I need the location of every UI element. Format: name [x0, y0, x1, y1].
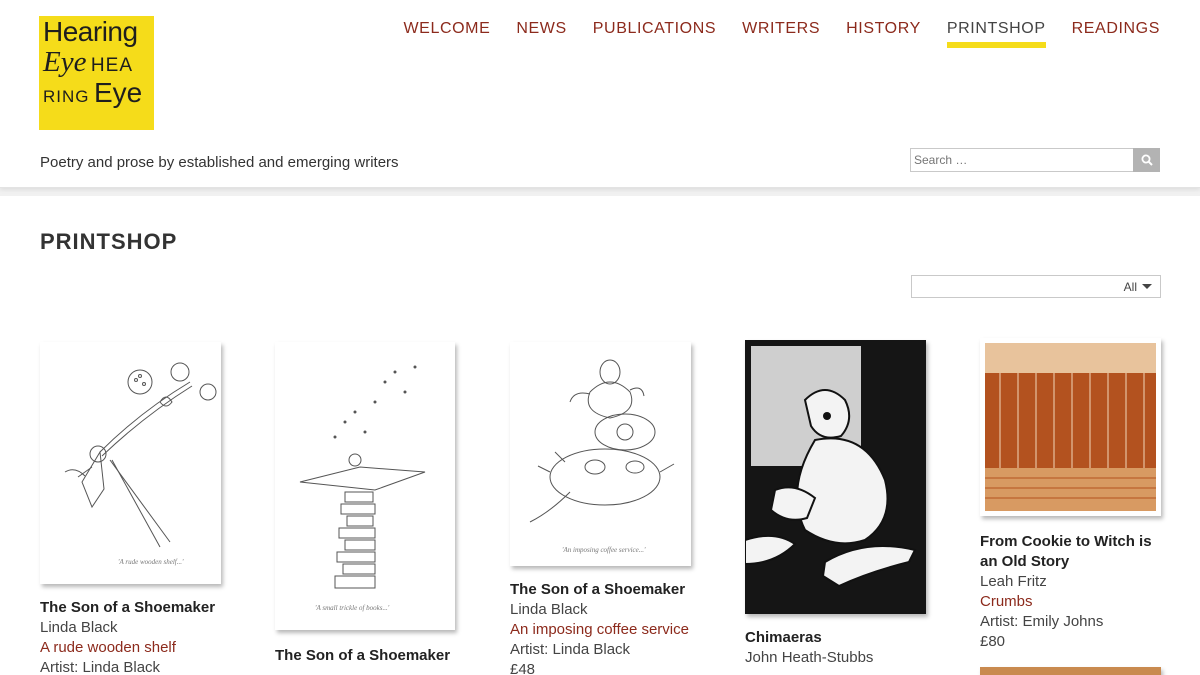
- nav-publications[interactable]: PUBLICATIONS: [593, 20, 716, 46]
- nav-readings[interactable]: READINGS: [1072, 20, 1160, 46]
- print-image-coffee-service: 'An imposing coffee service...': [510, 342, 691, 566]
- product-work-link[interactable]: Crumbs: [980, 592, 1166, 612]
- product-meta: The Son of a Shoemaker: [275, 646, 461, 666]
- product-meta: From Cookie to Witch is an Old Story Lea…: [980, 532, 1166, 652]
- product-title[interactable]: The Son of a Shoemaker: [510, 580, 696, 600]
- nav-news[interactable]: NEWS: [516, 20, 566, 46]
- print-image-chimaeras: [745, 340, 926, 614]
- logo-line-3: RING Eye: [43, 79, 150, 107]
- caret-down-icon: [1142, 284, 1152, 289]
- nav-printshop[interactable]: PRINTSHOP: [946, 20, 1046, 48]
- product-image[interactable]: 'A small trickle of books...': [275, 342, 455, 630]
- nav-welcome[interactable]: WELCOME: [403, 20, 490, 46]
- logo-eye: Eye: [93, 77, 143, 108]
- nav-writers[interactable]: WRITERS: [742, 20, 820, 46]
- category-filter-select[interactable]: All: [911, 275, 1161, 298]
- product-price: £48: [510, 661, 536, 675]
- product-work-link[interactable]: A rude wooden shelf: [40, 638, 226, 658]
- product-image[interactable]: [980, 338, 1161, 516]
- svg-text:'A small trickle of books...': 'A small trickle of books...': [315, 604, 390, 612]
- product-author: Linda Black: [510, 601, 588, 618]
- filter-selected-value: All: [1123, 279, 1137, 294]
- product-title[interactable]: The Son of a Shoemaker: [40, 598, 226, 618]
- product-artist: Artist: Emily Johns: [980, 613, 1104, 630]
- print-image-stack: 'A small trickle of books...': [275, 342, 455, 630]
- site-header: Hearing Eye HEA RING Eye WELCOME NEWS PU…: [0, 0, 1200, 188]
- site-logo[interactable]: Hearing Eye HEA RING Eye: [39, 16, 154, 130]
- svg-text:'An imposing coffee service...: 'An imposing coffee service...': [562, 546, 646, 554]
- product-author: Linda Black: [40, 619, 118, 636]
- product-author: John Heath-Stubbs: [745, 649, 874, 666]
- logo-hea: HEA: [90, 55, 133, 76]
- logo-line-1: Hearing: [43, 16, 138, 47]
- search-input[interactable]: [910, 148, 1133, 172]
- product-work-link[interactable]: An imposing coffee service: [510, 620, 696, 640]
- product-image[interactable]: 'A rude wooden shelf...': [40, 342, 221, 584]
- next-product-image[interactable]: [980, 667, 1161, 675]
- product-meta: Chimaeras John Heath-Stubbs: [745, 628, 931, 668]
- product-author: Leah Fritz: [980, 573, 1047, 590]
- logo-ring: RING: [43, 87, 90, 106]
- search-button[interactable]: [1133, 148, 1160, 172]
- product-title[interactable]: The Son of a Shoemaker: [275, 646, 461, 666]
- svg-text:'A rude wooden shelf...': 'A rude wooden shelf...': [118, 558, 184, 566]
- site-tagline: Poetry and prose by established and emer…: [40, 154, 399, 171]
- print-image-shelf: 'A rude wooden shelf...': [40, 342, 221, 584]
- product-meta: The Son of a Shoemaker Linda Black A rud…: [40, 598, 226, 675]
- product-image[interactable]: 'An imposing coffee service...': [510, 342, 691, 566]
- product-meta: The Son of a Shoemaker Linda Black An im…: [510, 580, 696, 675]
- product-price: £80: [980, 633, 1006, 650]
- logo-line-2: Eye HEA: [43, 48, 150, 77]
- product-artist: Artist: Linda Black: [510, 641, 631, 658]
- product-image[interactable]: [745, 340, 926, 614]
- product-title[interactable]: From Cookie to Witch is an Old Story: [980, 532, 1166, 572]
- nav-history[interactable]: HISTORY: [846, 20, 921, 46]
- logo-eye-italic: Eye: [43, 46, 87, 78]
- magnifier-icon: [1141, 154, 1153, 166]
- search-form: [910, 148, 1160, 172]
- main-nav: WELCOME NEWS PUBLICATIONS WRITERS HISTOR…: [377, 20, 1160, 48]
- product-title[interactable]: Chimaeras: [745, 628, 931, 648]
- print-image-crumbs: [982, 340, 1159, 514]
- main-content: PRINTSHOP All 'A rude wooden shelf...' T…: [0, 196, 1200, 675]
- page-title: PRINTSHOP: [40, 229, 178, 254]
- product-artist: Artist: Linda Black: [40, 659, 161, 675]
